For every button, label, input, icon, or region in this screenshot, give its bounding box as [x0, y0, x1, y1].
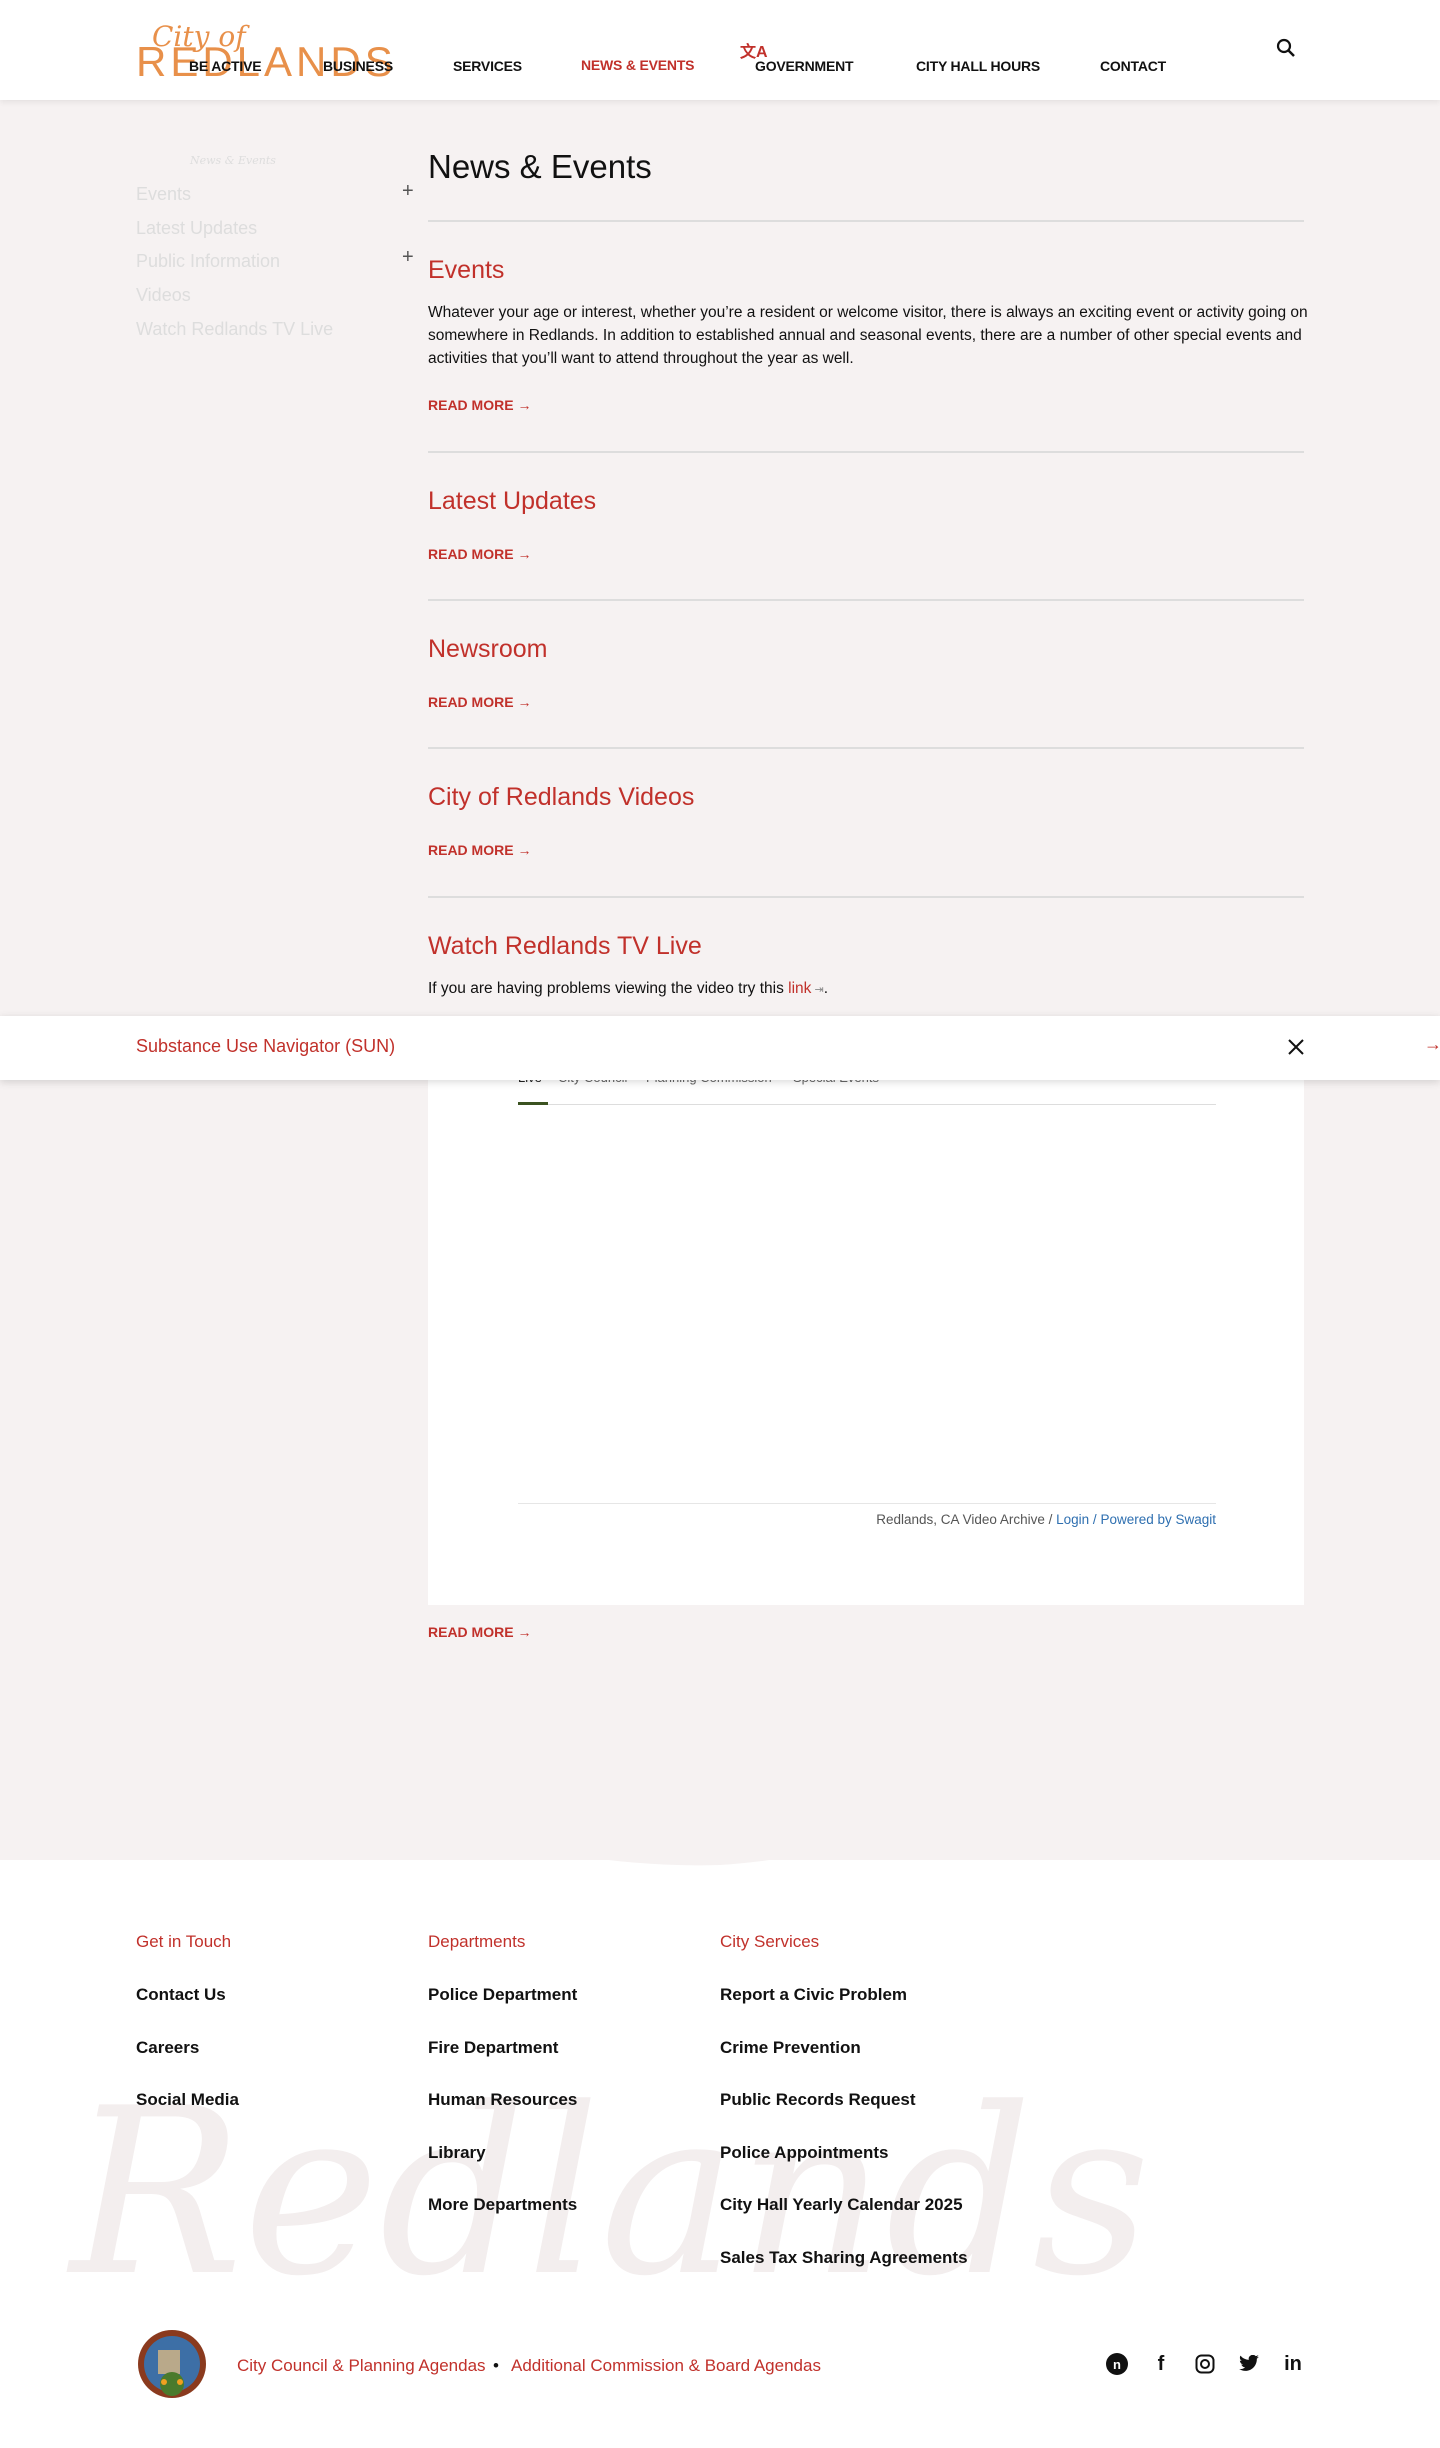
twitter-icon[interactable] — [1237, 2352, 1261, 2376]
video-footer: Redlands, CA Video Archive / Login / Pow… — [876, 1512, 1216, 1527]
read-more-newsroom[interactable]: READ MORE → — [428, 694, 531, 710]
footer-heading-departments: Departments — [428, 1932, 526, 1951]
nav-government[interactable]: GOVERNMENT — [755, 58, 854, 74]
divider — [428, 451, 1304, 453]
search-icon[interactable] — [1276, 38, 1296, 58]
sep: / — [1089, 1512, 1101, 1527]
site-header: City of REDLANDS BE ACTIVE BUSINESS SERV… — [0, 0, 1440, 100]
city-seal — [138, 2330, 206, 2398]
nav-news-events[interactable]: NEWS & EVENTS — [581, 57, 695, 73]
login-link[interactable]: Login — [1056, 1512, 1089, 1527]
section-title-events: Events — [428, 256, 505, 284]
read-more-latest-updates[interactable]: READ MORE → — [428, 546, 531, 562]
separator-dot: • — [493, 2356, 499, 2375]
footer-heading-city-services: City Services — [720, 1932, 820, 1951]
sidebar-item-latest-updates[interactable]: Latest Updates — [136, 218, 257, 239]
nextdoor-icon[interactable]: n — [1105, 2352, 1129, 2376]
footer-link-contact-us[interactable]: Contact Us — [136, 1985, 226, 2005]
footer-link-police-appointments[interactable]: Police Appointments — [720, 2143, 888, 2163]
section-title-videos: City of Redlands Videos — [428, 783, 695, 811]
nav-be-active[interactable]: BE ACTIVE — [189, 58, 262, 74]
events-description: Whatever your age or interest, whether y… — [428, 304, 1308, 367]
read-more-watch-tv[interactable]: READ MORE → — [428, 1624, 531, 1640]
footer-link-crime-prevention[interactable]: Crime Prevention — [720, 2038, 861, 2058]
footer-link-calendar[interactable]: City Hall Yearly Calendar 2025 — [720, 2195, 963, 2215]
archive-label: Redlands, CA Video Archive / — [876, 1512, 1057, 1527]
footer-link-public-records[interactable]: Public Records Request — [720, 2090, 916, 2110]
footer-link-more-departments[interactable]: More Departments — [428, 2195, 577, 2215]
commission-agendas-link[interactable]: Additional Commission & Board Agendas — [511, 2356, 821, 2376]
close-icon[interactable] — [1287, 1038, 1305, 1056]
footer-link-report-problem[interactable]: Report a Civic Problem — [720, 1985, 907, 2005]
expand-plus-icon[interactable]: + — [402, 180, 414, 203]
divider — [428, 220, 1304, 222]
section-title-watch-tv: Watch Redlands TV Live — [428, 932, 702, 960]
watch-tv-description: If you are having problems viewing the v… — [428, 977, 1308, 1002]
banner-text[interactable]: Substance Use Navigator (SUN) — [136, 1036, 395, 1057]
external-link-icon: ⇥ — [811, 984, 824, 996]
section-title-newsroom: Newsroom — [428, 635, 548, 663]
nav-services[interactable]: SERVICES — [453, 58, 522, 74]
footer-heading-get-in-touch: Get in Touch — [136, 1932, 232, 1951]
divider — [428, 896, 1304, 898]
nav-city-hall-hours[interactable]: CITY HALL HOURS — [916, 58, 1040, 74]
sidebar-title: News & Events — [190, 154, 276, 167]
read-more-videos[interactable]: READ MORE → — [428, 842, 531, 858]
video-footer-divider — [518, 1503, 1216, 1504]
footer-link-library[interactable]: Library — [428, 2143, 486, 2163]
read-more-events[interactable]: READ MORE → — [428, 397, 531, 413]
sidebar-item-watch-tv[interactable]: Watch Redlands TV Live — [136, 319, 333, 340]
video-link[interactable]: link — [788, 980, 811, 997]
footer-link-hr[interactable]: Human Resources — [428, 2090, 577, 2110]
footer-link-social-media[interactable]: Social Media — [136, 2090, 239, 2110]
svg-text:n: n — [1113, 2357, 1121, 2372]
divider — [428, 747, 1304, 749]
wave-divider — [0, 1760, 1440, 1866]
nav-contact[interactable]: CONTACT — [1100, 58, 1166, 74]
text: . — [823, 980, 828, 997]
footer-link-sales-tax[interactable]: Sales Tax Sharing Agreements — [720, 2248, 968, 2268]
alert-banner[interactable]: Substance Use Navigator (SUN) → — [0, 1016, 1440, 1080]
sidebar-item-public-information[interactable]: Public Information — [136, 251, 280, 272]
text: If you are having problems viewing the v… — [428, 980, 789, 997]
facebook-icon[interactable]: f — [1149, 2352, 1173, 2376]
divider — [428, 599, 1304, 601]
sidebar-item-events[interactable]: Events — [136, 184, 191, 205]
sidebar-item-videos[interactable]: Videos — [136, 285, 191, 306]
footer-link-careers[interactable]: Careers — [136, 2038, 199, 2058]
tab-divider — [518, 1104, 1216, 1105]
footer-link-fire[interactable]: Fire Department — [428, 2038, 558, 2058]
footer-link-police[interactable]: Police Department — [428, 1985, 577, 2005]
nav-business[interactable]: BUSINESS — [323, 58, 393, 74]
arrow-right-icon[interactable]: → — [1424, 1034, 1440, 1055]
powered-by-link[interactable]: Powered by Swagit — [1100, 1512, 1216, 1527]
page-title: News & Events — [428, 148, 652, 185]
expand-plus-icon[interactable]: + — [402, 246, 414, 269]
active-tab-indicator — [518, 1102, 548, 1105]
linkedin-icon[interactable]: in — [1281, 2352, 1305, 2376]
section-title-latest-updates: Latest Updates — [428, 487, 597, 515]
instagram-icon[interactable] — [1193, 2352, 1217, 2376]
city-council-agendas-link[interactable]: City Council & Planning Agendas — [237, 2356, 486, 2376]
